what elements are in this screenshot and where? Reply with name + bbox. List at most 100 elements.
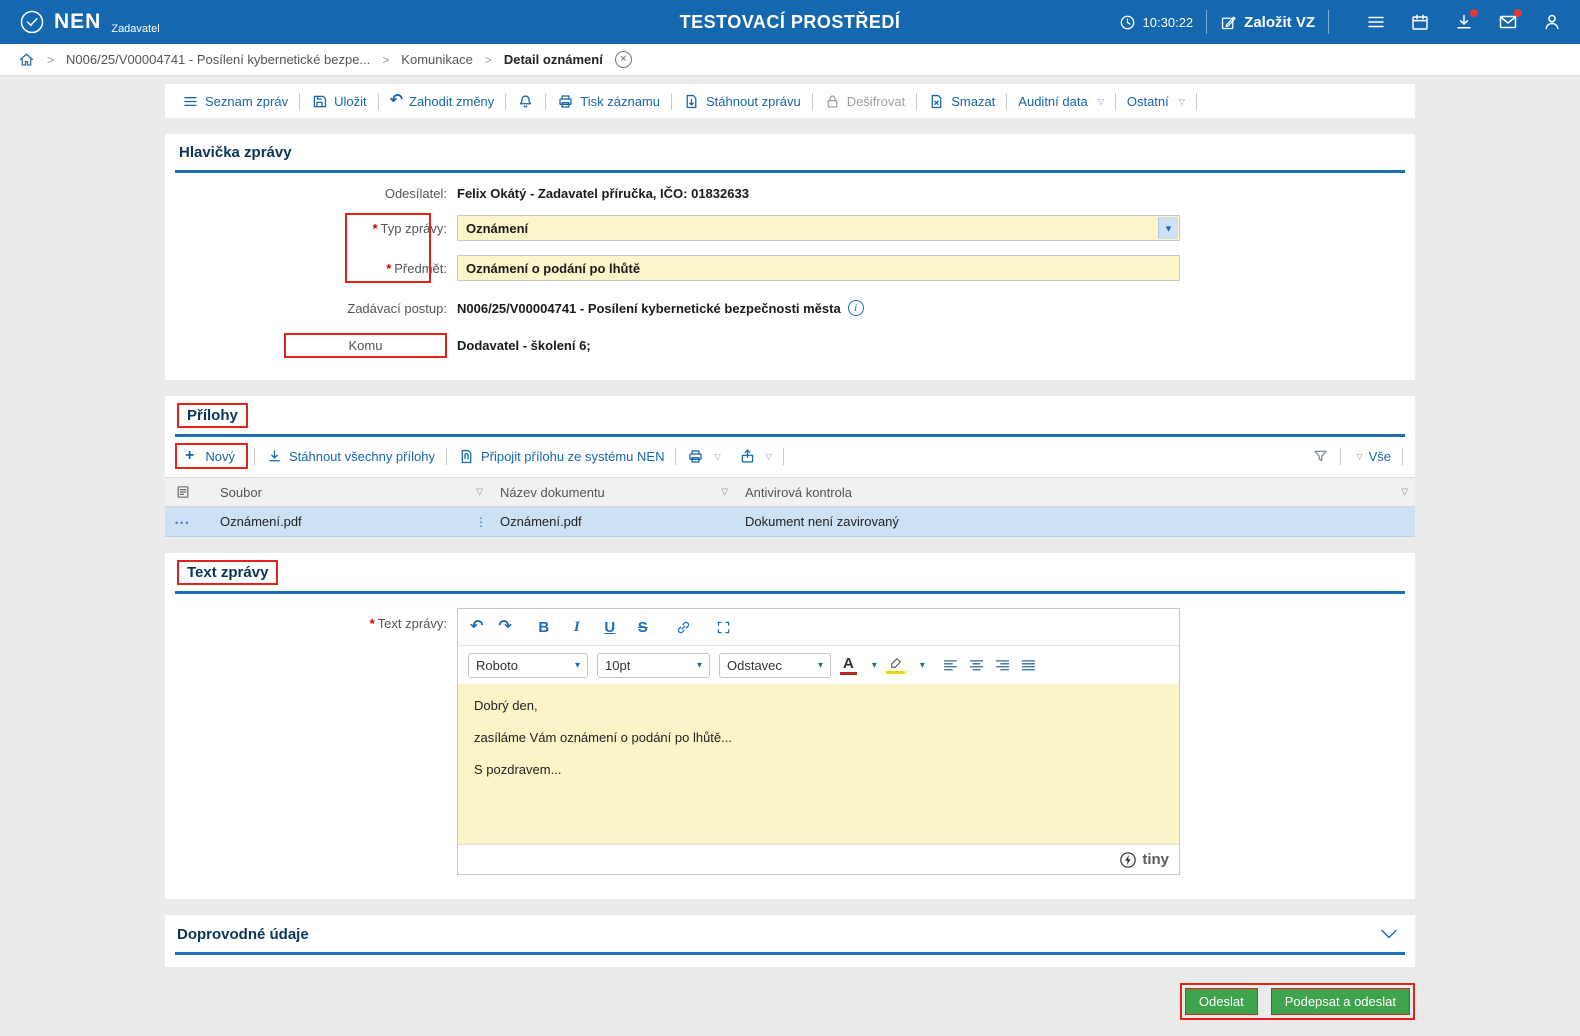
new-attachment-button[interactable]: + Nový: [182, 447, 238, 465]
person-icon: [1545, 14, 1559, 30]
redo-button[interactable]: ↷: [498, 619, 511, 635]
chevron-down-icon[interactable]: ▾: [872, 660, 877, 671]
messages-button[interactable]: [1498, 9, 1522, 32]
tisk-zaznamu-button[interactable]: Tisk záznamu: [548, 93, 669, 110]
column-resize-handle-icon[interactable]: ⋮: [475, 515, 487, 529]
main-menu-button[interactable]: [1366, 12, 1386, 32]
home-icon: [19, 53, 34, 66]
info-icon[interactable]: i: [847, 300, 864, 316]
funnel-icon: [1314, 450, 1328, 461]
undo-button[interactable]: ↶: [470, 619, 483, 635]
grid-settings-header[interactable]: [165, 477, 210, 507]
vse-filter-button[interactable]: ▽ Vše: [1343, 449, 1400, 464]
time-text: 10:30:22: [1142, 14, 1194, 30]
close-tab-button[interactable]: ×: [614, 51, 632, 68]
breadcrumb-item-procedure[interactable]: N006/25/V00004741 - Posílení kybernetick…: [66, 52, 370, 67]
chevron-down-icon[interactable]: ▾: [920, 660, 925, 671]
odeslat-button[interactable]: Odeslat: [1184, 988, 1258, 1015]
ostatni-button[interactable]: Ostatní ▽: [1118, 94, 1194, 109]
undo-icon: ↶: [470, 618, 484, 635]
toolbar-separator: [916, 92, 918, 110]
filter-triangle-icon[interactable]: ▽: [476, 487, 483, 498]
expand-section-button[interactable]: [1377, 922, 1401, 946]
desifrovat-button[interactable]: Dešifrovat: [815, 93, 915, 110]
caret-down-icon: ▽: [1356, 451, 1363, 461]
annotation-rect: + Nový: [175, 443, 248, 469]
toolbar-separator: [675, 447, 677, 465]
align-left-button[interactable]: [942, 657, 959, 674]
seznam-zprav-button[interactable]: Seznam zpráv: [173, 93, 297, 110]
row-menu-icon[interactable]: •••: [175, 518, 190, 528]
align-justify-button[interactable]: [1020, 657, 1037, 674]
predmet-input[interactable]: Oznámení o podání po lhůtě: [457, 255, 1180, 281]
filter-triangle-icon[interactable]: ▽: [721, 487, 728, 498]
chevron-down-icon: [1381, 929, 1397, 939]
fullscreen-button[interactable]: [715, 619, 732, 636]
auditni-data-button[interactable]: Auditní data ▽: [1009, 94, 1113, 109]
home-button[interactable]: [18, 51, 35, 68]
align-right-button[interactable]: [994, 657, 1011, 674]
create-vz-button[interactable]: Založit VZ: [1220, 14, 1315, 31]
tiny-logo-text[interactable]: tiny: [1142, 851, 1169, 868]
podepsat-a-odeslat-button[interactable]: Podepsat a odeslat: [1270, 988, 1410, 1015]
printer-icon: [559, 94, 572, 108]
link-button[interactable]: [675, 619, 692, 636]
ulozit-button[interactable]: Uložit: [302, 93, 376, 110]
row-menu-cell[interactable]: •••: [165, 506, 210, 537]
attachment-row[interactable]: ••• Oznámení.pdf ⋮ Oznámení.pdf Dokument…: [165, 506, 1415, 537]
komu-button[interactable]: Komu: [284, 333, 447, 358]
chevron-down-icon: ▾: [696, 659, 702, 671]
typ-zpravy-select[interactable]: Oznámení ▾: [457, 215, 1180, 241]
block-format-select[interactable]: Odstavec ▾: [719, 652, 831, 678]
nen-logo[interactable]: NEN Zadavatel: [18, 8, 160, 36]
toolbar-separator: [1114, 92, 1116, 110]
required-mark: *: [369, 616, 375, 631]
font-family-select[interactable]: Roboto ▾: [468, 652, 588, 678]
odesilatel-label: Odesílatel:: [384, 185, 447, 201]
calendar-button[interactable]: [1410, 12, 1430, 32]
download-document-icon: [686, 94, 697, 108]
export-attachments-button[interactable]: ▽: [730, 448, 781, 465]
text-zpravy-form: * Text zprávy: ↶ ↷ B I U S Roboto ▾ 10pt…: [165, 594, 1415, 899]
attach-from-nen-button[interactable]: Připojit přílohu ze systému NEN: [449, 448, 674, 465]
printer-icon: [689, 449, 703, 463]
column-header-nazev[interactable]: Název dokumentu ▽: [490, 477, 735, 507]
list-icon: [184, 96, 197, 106]
font-size-select[interactable]: 10pt ▾: [597, 652, 710, 678]
notifications-button[interactable]: [508, 93, 543, 110]
chevron-down-icon[interactable]: ▾: [1158, 217, 1178, 239]
smazat-button[interactable]: Smazat: [919, 93, 1004, 110]
attachments-header-row: Soubor ▽ Název dokumentu ▽ Antivirová ko…: [165, 477, 1415, 507]
align-center-button[interactable]: [968, 657, 985, 674]
download-all-attachments-button[interactable]: Stáhnout všechny přílohy: [257, 448, 444, 465]
cell-soubor[interactable]: Oznámení.pdf ⋮: [210, 506, 490, 537]
print-attachments-button[interactable]: ▽: [678, 448, 729, 465]
section-hlavicka-zpravy: Hlavička zprávy Odesílatel: Felix Okátý …: [165, 134, 1415, 380]
predmet-value: Oznámení o podání po lhůtě: [466, 260, 641, 276]
downloads-button[interactable]: [1454, 9, 1478, 32]
footer-actions: Odeslat Podepsat a odeslat: [165, 983, 1415, 1036]
filter-button[interactable]: [1303, 448, 1338, 465]
logo-text: NEN: [54, 10, 102, 33]
column-header-antivir[interactable]: Antivirová kontrola ▽: [735, 477, 1415, 507]
cell-nazev[interactable]: Oznámení.pdf: [490, 506, 735, 537]
save-icon: [313, 95, 327, 107]
message-header-form: Odesílatel: Felix Okátý - Zadavatel přír…: [165, 173, 1415, 380]
zahodit-zmeny-button[interactable]: ↶ Zahodit změny: [381, 93, 504, 109]
undo-icon: ↶: [389, 92, 404, 109]
stahnout-zpravu-button[interactable]: Stáhnout zprávu: [674, 93, 810, 110]
breadcrumb-item-komunikace[interactable]: Komunikace: [401, 52, 473, 67]
message-body-input[interactable]: Dobrý den, zasíláme Vám oznámení o podán…: [458, 684, 1179, 844]
profile-button[interactable]: [1542, 12, 1562, 32]
strikethrough-button[interactable]: S: [634, 619, 652, 636]
toolbar-separator: [782, 447, 784, 465]
column-header-soubor[interactable]: Soubor ▽: [210, 477, 490, 507]
text-color-button[interactable]: A: [840, 655, 857, 675]
filter-triangle-icon[interactable]: ▽: [1401, 487, 1408, 498]
highlight-color-button[interactable]: [885, 656, 905, 674]
underline-button[interactable]: U: [601, 619, 619, 636]
odesilatel-value: Felix Okátý - Zadavatel příručka, IČO: 0…: [457, 185, 749, 201]
topbar-separator: [1328, 10, 1329, 34]
bold-button[interactable]: B: [535, 619, 553, 636]
italic-button[interactable]: I: [568, 619, 586, 636]
